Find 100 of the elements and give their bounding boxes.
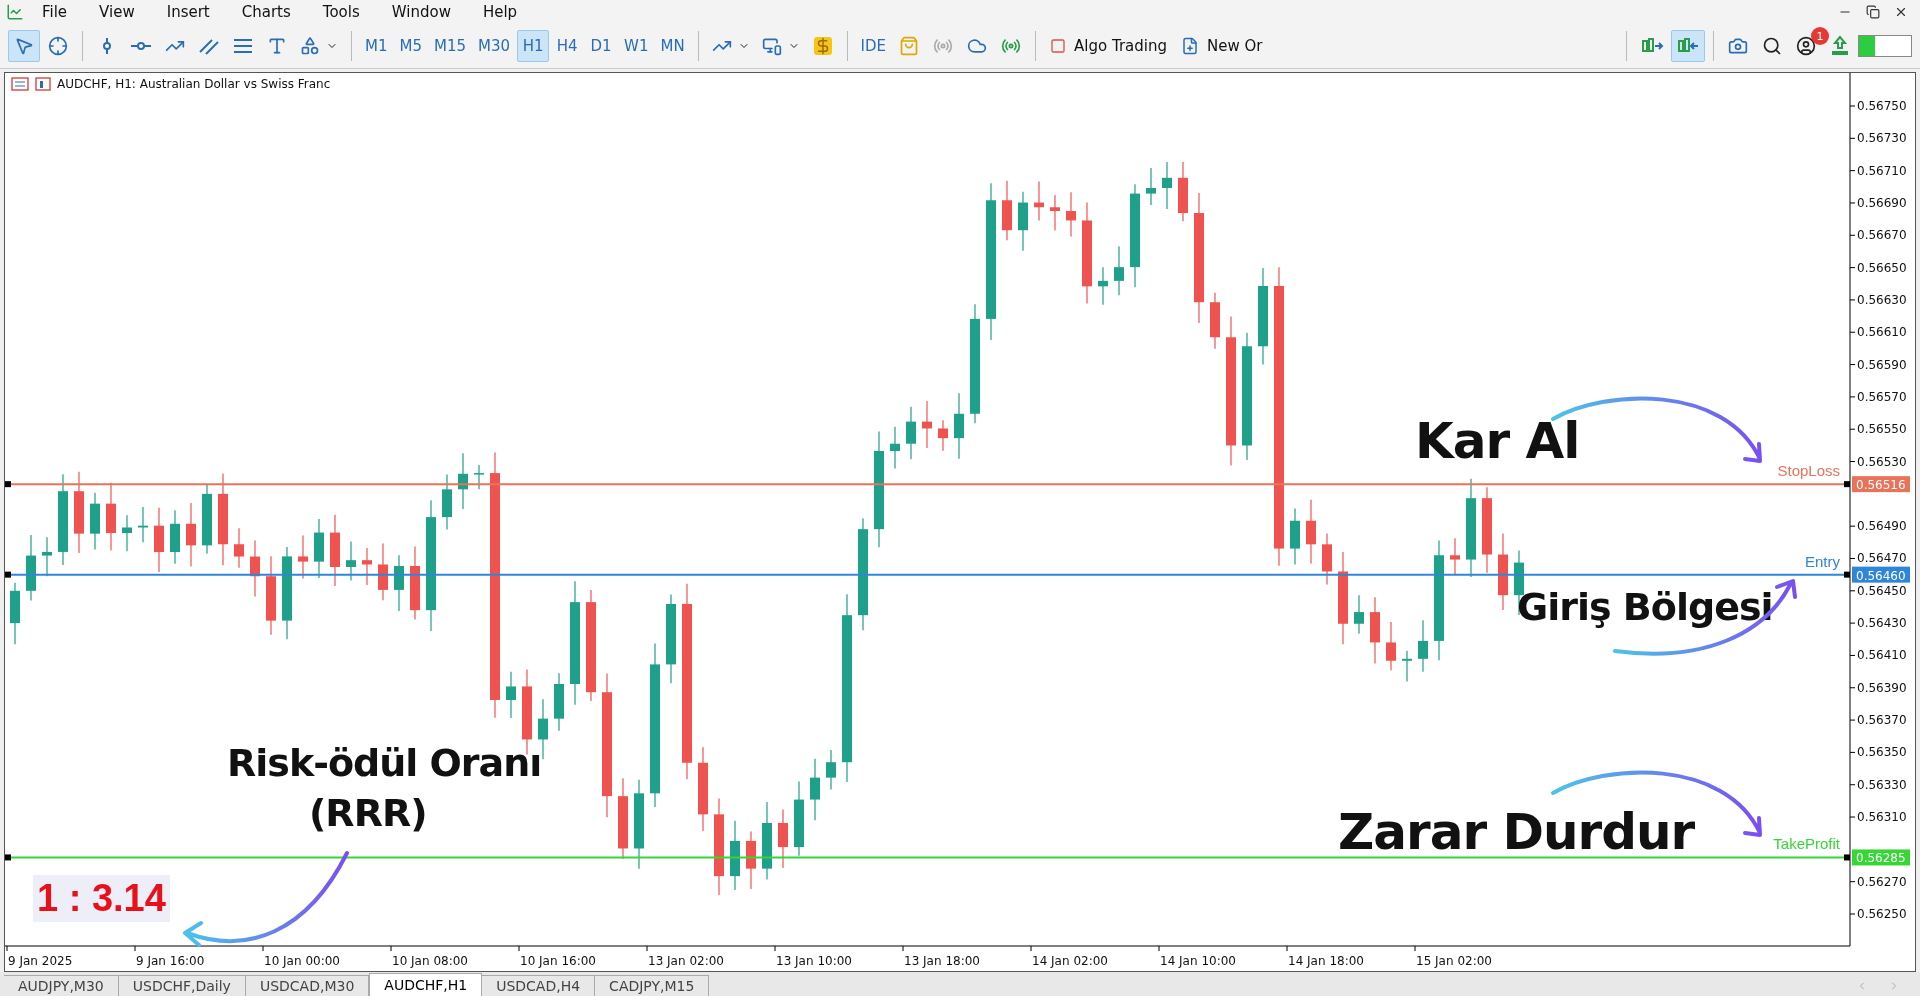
price-label: 0.56670 <box>1857 228 1907 243</box>
price-label: 0.56430 <box>1857 616 1907 631</box>
level-icon[interactable] <box>1830 35 1850 57</box>
time-label: 9 Jan 16:00 <box>136 954 205 968</box>
level-handle[interactable] <box>5 854 11 861</box>
price-label: 0.56450 <box>1857 583 1907 598</box>
price-label: 0.56570 <box>1857 389 1907 404</box>
restore-icon[interactable] <box>1866 5 1880 19</box>
price-label: 0.56330 <box>1857 777 1907 792</box>
time-label: 14 Jan 18:00 <box>1288 954 1364 968</box>
price-label: 0.56710 <box>1857 163 1907 178</box>
camera-icon[interactable] <box>1728 36 1748 56</box>
chart-tab[interactable]: USDCHF,Daily <box>118 975 246 996</box>
price-label: 0.56690 <box>1857 195 1907 210</box>
timeframe-button[interactable]: M1 <box>360 30 393 62</box>
algo-trading-button[interactable]: Algo Trading <box>1044 30 1173 62</box>
level-handle[interactable] <box>1844 481 1850 488</box>
price-label: 0.56590 <box>1857 357 1907 372</box>
time-label: 9 Jan 2025 <box>8 954 73 968</box>
template-icon[interactable] <box>761 36 782 56</box>
level-handle[interactable] <box>5 571 11 578</box>
price-label: 0.56390 <box>1857 680 1907 695</box>
account-icon[interactable] <box>1796 36 1816 56</box>
cursor-icon <box>14 36 34 56</box>
fibonacci-icon[interactable] <box>232 36 254 56</box>
search-icon[interactable] <box>1762 36 1782 56</box>
time-label: 13 Jan 10:00 <box>776 954 852 968</box>
chart-tab[interactable]: CADJPY,M15 <box>595 975 710 996</box>
autoscroll-button[interactable] <box>1671 30 1705 62</box>
menu-item[interactable]: Charts <box>227 3 305 21</box>
signal-meter <box>1858 35 1912 57</box>
level-handle[interactable] <box>5 481 11 488</box>
app-logo-icon <box>6 3 24 21</box>
text-icon[interactable] <box>267 36 287 56</box>
time-label: 15 Jan 02:00 <box>1416 954 1492 968</box>
pointer-tool[interactable] <box>8 30 40 62</box>
chart-tab[interactable]: AUDCHF,H1 <box>369 973 483 996</box>
time-label: 13 Jan 18:00 <box>904 954 980 968</box>
price-label: 0.56250 <box>1857 907 1907 921</box>
price-label: 0.56650 <box>1857 260 1907 275</box>
price-label: 0.56370 <box>1857 713 1907 728</box>
price-label: 0.56630 <box>1857 292 1907 307</box>
menu-item[interactable]: Help <box>468 3 532 21</box>
price-label: 0.56750 <box>1857 99 1907 113</box>
timeframe-button[interactable]: H1 <box>517 30 550 62</box>
price-label: 0.56730 <box>1857 131 1907 146</box>
price-tag: 0.56285 <box>1852 849 1910 866</box>
dollar-icon[interactable] <box>813 37 832 55</box>
annotation-text: (RRR) <box>309 791 427 835</box>
menu-item[interactable]: View <box>85 3 149 21</box>
risk-reward-ratio: 1 : 3.14 <box>33 875 170 922</box>
time-label: 13 Jan 02:00 <box>648 954 724 968</box>
timeframe-button[interactable]: D1 <box>585 30 618 62</box>
price-label: 0.56610 <box>1857 325 1907 340</box>
shapes-icon[interactable] <box>300 36 320 56</box>
close-icon[interactable] <box>1894 5 1908 19</box>
time-label: 10 Jan 00:00 <box>264 954 340 968</box>
chart-tab[interactable]: AUDJPY,M30 <box>4 975 119 996</box>
level-handle[interactable] <box>1844 854 1850 861</box>
annotation-text: Zarar Durdur <box>1338 803 1695 861</box>
channel-icon[interactable] <box>198 36 220 56</box>
menu-item[interactable]: Tools <box>308 3 374 21</box>
price-label: 0.56490 <box>1857 519 1907 534</box>
menu-item[interactable]: Window <box>377 3 465 21</box>
timeframe-button[interactable]: M15 <box>429 30 472 62</box>
notification-badge: 1 <box>1811 27 1829 45</box>
chart-window-icon <box>35 77 51 91</box>
crosshair-icon[interactable] <box>48 36 68 56</box>
price-tag: 0.56460 <box>1852 566 1910 583</box>
annotation-text: Kar Al <box>1415 412 1580 470</box>
menu-item[interactable]: Insert <box>152 3 224 21</box>
annotation-text: Giriş Bölgesi <box>1517 585 1773 629</box>
vps-icon[interactable] <box>1001 36 1022 56</box>
timeframe-button[interactable]: W1 <box>619 30 654 62</box>
cloud-icon[interactable] <box>967 36 988 56</box>
time-label: 10 Jan 16:00 <box>520 954 596 968</box>
level-label: TakeProfit <box>1773 835 1840 853</box>
level-label: Entry <box>1805 552 1840 570</box>
menu-item[interactable]: File <box>28 3 82 21</box>
price-label: 0.56310 <box>1857 810 1907 825</box>
price-label: 0.56350 <box>1857 745 1907 760</box>
timeframe-button[interactable]: M5 <box>394 30 427 62</box>
chart-list-icon <box>11 77 29 91</box>
time-label: 14 Jan 02:00 <box>1032 954 1108 968</box>
timeframe-button[interactable]: M30 <box>473 30 516 62</box>
annotation-text: Risk-ödül Oranı <box>227 741 542 785</box>
chart-tab[interactable]: USDCAD,H4 <box>482 975 596 996</box>
level-label: StopLoss <box>1777 462 1840 480</box>
time-label: 10 Jan 08:00 <box>392 954 468 968</box>
ide-button[interactable]: IDE <box>855 30 892 62</box>
level-handle[interactable] <box>1844 571 1850 578</box>
timeframe-button[interactable]: H4 <box>551 30 584 62</box>
square-icon <box>1050 38 1067 54</box>
price-label: 0.56550 <box>1857 422 1907 437</box>
timeframe-button[interactable]: MN <box>655 30 690 62</box>
price-label: 0.56410 <box>1857 648 1907 663</box>
chart-title: AUDCHF, H1: Australian Dollar vs Swiss Franc <box>57 77 331 91</box>
new-order-button[interactable]: New Or <box>1175 30 1269 62</box>
document-plus-icon <box>1181 37 1199 55</box>
price-label: 0.56470 <box>1857 551 1907 566</box>
